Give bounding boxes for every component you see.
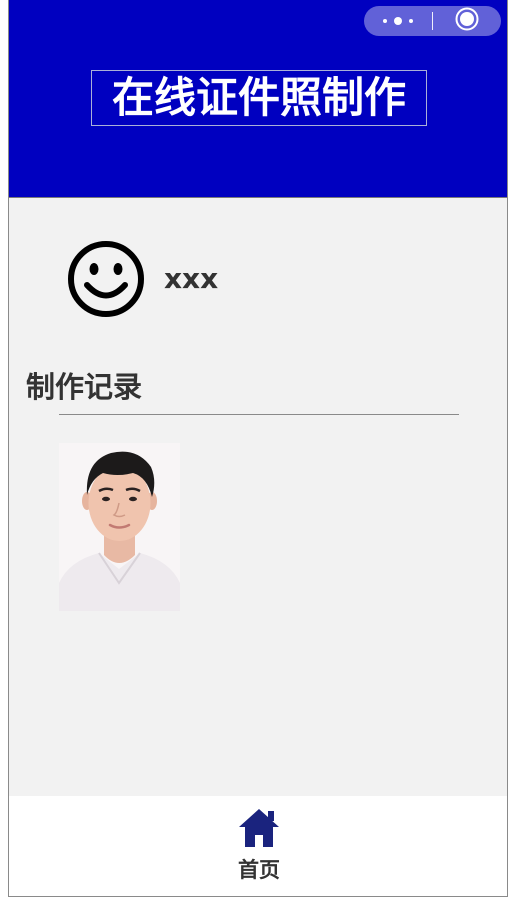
capsule-separator <box>432 12 433 30</box>
id-photo-thumbnail[interactable] <box>59 443 180 611</box>
section-divider <box>59 414 459 415</box>
records-section-title: 制作记录 <box>26 370 143 404</box>
app-screen: 在线证件照制作 xxx 制作记录 首页 <box>8 0 508 897</box>
more-dots-icon <box>381 16 415 26</box>
home-icon <box>237 806 281 850</box>
tab-home[interactable]: 首页 <box>221 806 297 886</box>
page-title-box: 在线证件照制作 <box>91 70 427 126</box>
more-button[interactable] <box>364 6 432 36</box>
header-bar: 在线证件照制作 <box>9 0 507 198</box>
tab-home-label: 首页 <box>238 858 280 882</box>
target-close-icon <box>455 7 479 35</box>
page-title: 在线证件照制作 <box>111 73 406 122</box>
bottom-tab-bar: 首页 <box>9 796 507 896</box>
mini-program-capsule <box>364 6 501 36</box>
smiley-face-icon[interactable] <box>67 240 145 318</box>
close-button[interactable] <box>433 6 501 36</box>
username: xxx <box>164 262 219 295</box>
